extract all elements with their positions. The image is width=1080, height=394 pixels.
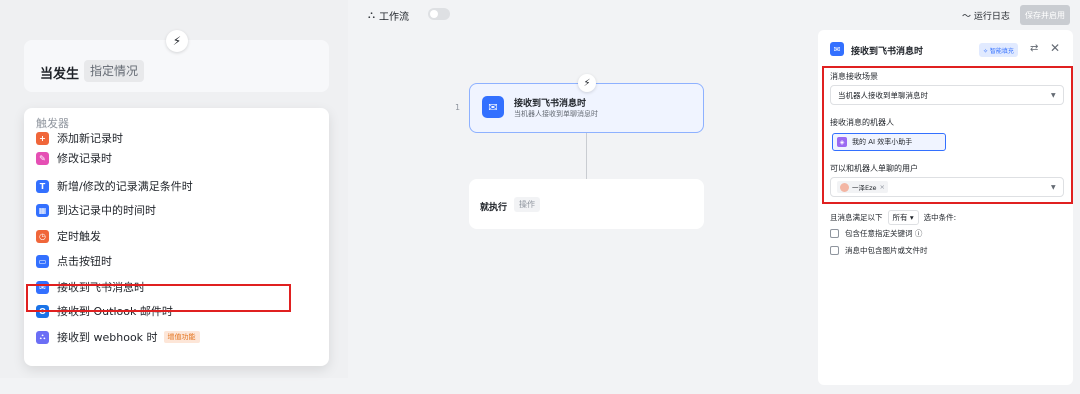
swap-icon[interactable]: ⇄ bbox=[1030, 43, 1038, 54]
smart-fill-button[interactable]: ✧ 智能填充 bbox=[979, 43, 1018, 57]
trigger-menu-item[interactable]: ◷ 定时触发 bbox=[36, 226, 101, 246]
premium-badge: 增值功能 bbox=[163, 331, 200, 343]
run-logs-link[interactable]: 〜 运行日志 bbox=[962, 9, 1010, 22]
plus-square-icon: + bbox=[36, 131, 49, 145]
condition-suffix: 选中条件: bbox=[923, 213, 957, 222]
node-index: 1 bbox=[455, 103, 461, 112]
trigger-menu-item[interactable]: ✎ 修改记录时 bbox=[36, 148, 112, 168]
connector-line bbox=[586, 133, 587, 179]
button-icon: ▭ bbox=[36, 254, 49, 268]
checkbox[interactable] bbox=[830, 229, 839, 238]
node-subtitle: 当机器人接收到单聊消息时 bbox=[514, 110, 598, 118]
workflow-toggle[interactable] bbox=[428, 8, 450, 20]
node-title: 接收到飞书消息时 bbox=[514, 99, 587, 109]
workflow-icon: ⛬ bbox=[368, 10, 375, 21]
condition-value: 所有 bbox=[892, 213, 908, 222]
highlight-box bbox=[26, 284, 291, 312]
checkbox[interactable] bbox=[830, 246, 839, 255]
webhook-icon: ⛬ bbox=[36, 330, 49, 344]
edit-icon: ✎ bbox=[36, 151, 49, 165]
attachment-checkbox-label: 消息中包含图片或文件时 bbox=[845, 246, 928, 255]
highlight-box bbox=[822, 66, 1073, 204]
calendar-icon: ▦ bbox=[36, 203, 49, 217]
trigger-menu-item-label: 修改记录时 bbox=[57, 152, 112, 165]
lightning-icon: ⚡ bbox=[578, 74, 596, 92]
feishu-icon: ✉ bbox=[482, 96, 504, 118]
condition-prefix: 且消息满足以下 bbox=[830, 213, 883, 222]
trigger-menu-item-label: 到达记录中的时间时 bbox=[57, 204, 156, 217]
save-enable-button[interactable]: 保存并启用 bbox=[1020, 5, 1070, 25]
logs-label: 运行日志 bbox=[973, 12, 1010, 22]
keyword-checkbox-label: 包含任意指定关键词 ⓘ bbox=[845, 229, 923, 238]
trigger-menu-item[interactable]: ⛬ 接收到 webhook 时增值功能 bbox=[36, 327, 200, 347]
condition-row: 且消息满足以下 所有 ▾ 选中条件: bbox=[830, 210, 956, 225]
action-title: 就执行 bbox=[480, 203, 508, 213]
trigger-title: 当发生 bbox=[40, 67, 80, 82]
clock-icon: ◷ bbox=[36, 229, 49, 243]
trigger-menu-item[interactable]: ▦ 到达记录中的时间时 bbox=[36, 200, 156, 220]
close-icon[interactable]: ✕ bbox=[1050, 41, 1060, 55]
lightning-icon: ⚡ bbox=[166, 30, 188, 52]
keyword-checkbox-row[interactable]: 包含任意指定关键词 ⓘ bbox=[830, 228, 922, 239]
trigger-menu-item[interactable]: ▭ 点击按钮时 bbox=[36, 251, 112, 271]
filter-icon: T bbox=[36, 179, 49, 193]
trigger-menu-item-label: 添加新记录时 bbox=[57, 132, 123, 145]
condition-select[interactable]: 所有 ▾ bbox=[887, 210, 919, 225]
attachment-checkbox-row[interactable]: 消息中包含图片或文件时 bbox=[830, 245, 928, 256]
action-tag[interactable]: 操作 bbox=[514, 197, 540, 212]
trigger-menu-item[interactable]: + 添加新记录时 bbox=[36, 128, 123, 148]
trigger-menu-item-label: 新增/修改的记录满足条件时 bbox=[57, 180, 193, 193]
tab-specific-condition[interactable]: 指定情况 bbox=[84, 60, 145, 82]
feishu-icon: ✉ bbox=[830, 42, 844, 56]
workflow-title: ⛬ 工作流 bbox=[368, 8, 409, 23]
trend-icon: 〜 bbox=[962, 12, 972, 22]
workflow-label: 工作流 bbox=[379, 12, 409, 23]
trigger-menu-item-label: 点击按钮时 bbox=[57, 255, 112, 268]
trigger-menu-item-label: 定时触发 bbox=[57, 230, 101, 243]
trigger-menu-item[interactable]: T 新增/修改的记录满足条件时 bbox=[36, 176, 193, 196]
panel-title: 接收到飞书消息时 bbox=[851, 47, 924, 57]
trigger-menu-item-label: 接收到 webhook 时 bbox=[57, 331, 158, 344]
